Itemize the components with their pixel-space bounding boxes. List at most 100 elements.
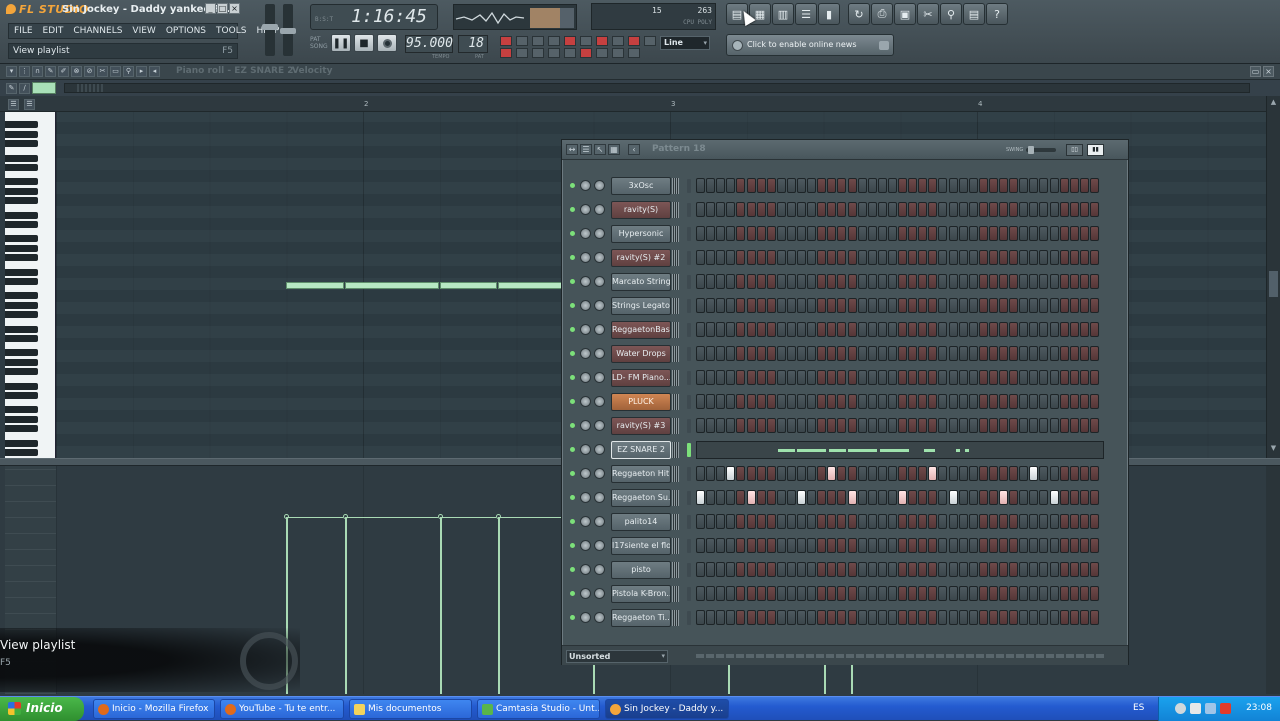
help-icon[interactable]: ?: [986, 3, 1008, 25]
song-position-display[interactable]: B:S:T 1:16:45: [310, 4, 438, 30]
step-button[interactable]: [736, 394, 746, 409]
channel-select-indicator[interactable]: [687, 443, 691, 457]
step-button[interactable]: [817, 250, 827, 265]
step-button[interactable]: [746, 322, 756, 337]
black-key[interactable]: [5, 292, 38, 300]
step-button[interactable]: [726, 610, 736, 625]
step-button[interactable]: [908, 538, 918, 553]
step-button[interactable]: [948, 466, 958, 481]
step-button[interactable]: [1079, 226, 1089, 241]
step-button[interactable]: [716, 610, 726, 625]
step-button[interactable]: [958, 586, 968, 601]
link-icon[interactable]: [580, 48, 592, 58]
step-button[interactable]: [1039, 202, 1049, 217]
step-button[interactable]: [1079, 322, 1089, 337]
online-news-button[interactable]: Click to enable online news: [726, 34, 894, 56]
step-button[interactable]: [918, 466, 928, 481]
channel-mute-led[interactable]: [570, 543, 575, 548]
step-button[interactable]: [918, 250, 928, 265]
save-icon[interactable]: ⎙: [871, 3, 893, 25]
step-button[interactable]: [786, 514, 796, 529]
step-button[interactable]: [817, 418, 827, 433]
channel-button[interactable]: ravity(S): [611, 201, 671, 219]
step-button[interactable]: [1009, 250, 1019, 265]
black-key[interactable]: [5, 449, 38, 456]
master-pitch-slider[interactable]: [280, 4, 296, 56]
step-button[interactable]: [968, 490, 978, 505]
step-button[interactable]: [706, 370, 716, 385]
step-button[interactable]: [696, 202, 705, 217]
step-button[interactable]: [1059, 514, 1069, 529]
step-button[interactable]: [797, 586, 806, 601]
step-button[interactable]: [696, 298, 705, 313]
step-button[interactable]: [887, 538, 897, 553]
step-button[interactable]: [877, 490, 887, 505]
black-key[interactable]: [5, 382, 38, 390]
step-button[interactable]: [928, 586, 938, 601]
step-button[interactable]: [1029, 346, 1039, 361]
step-button[interactable]: [1059, 610, 1069, 625]
step-button[interactable]: [797, 346, 806, 361]
step-button[interactable]: [766, 274, 776, 289]
pat-song-switch[interactable]: PAT SONG: [310, 36, 328, 50]
step-button[interactable]: [1019, 298, 1029, 313]
step-button[interactable]: [766, 346, 776, 361]
channel-select-indicator[interactable]: [687, 395, 691, 409]
step-button[interactable]: [716, 322, 726, 337]
step-button[interactable]: [938, 322, 948, 337]
step-button[interactable]: [978, 322, 988, 337]
step-button[interactable]: [1009, 298, 1019, 313]
step-button[interactable]: [1069, 202, 1079, 217]
black-key[interactable]: [5, 406, 38, 414]
step-button[interactable]: [797, 202, 806, 217]
step-button[interactable]: [837, 274, 847, 289]
step-button[interactable]: [786, 250, 796, 265]
channel-pan-knob[interactable]: [580, 612, 591, 623]
step-button[interactable]: [797, 322, 806, 337]
menu-view[interactable]: VIEW: [127, 24, 160, 38]
channel-volume-knob[interactable]: [594, 492, 605, 503]
channel-mute-led[interactable]: [570, 495, 575, 500]
black-key[interactable]: [5, 392, 38, 399]
channel-pan-knob[interactable]: [580, 180, 591, 191]
step-button[interactable]: [948, 586, 958, 601]
step-button[interactable]: [736, 346, 746, 361]
channel-button[interactable]: Reggaeton Su...: [611, 489, 671, 507]
step-button[interactable]: [908, 346, 918, 361]
step-button[interactable]: [1079, 274, 1089, 289]
step-button[interactable]: [978, 250, 988, 265]
step-button[interactable]: [978, 466, 988, 481]
step-button[interactable]: [786, 298, 796, 313]
step-button[interactable]: [746, 298, 756, 313]
magnet-icon[interactable]: ∩: [32, 66, 43, 77]
step-button[interactable]: [1029, 538, 1039, 553]
step-button[interactable]: [938, 586, 948, 601]
step-button[interactable]: [857, 562, 867, 577]
step-button[interactable]: [857, 346, 867, 361]
channel-pan-knob[interactable]: [580, 228, 591, 239]
step-button[interactable]: [898, 610, 907, 625]
close-button[interactable]: ×: [229, 3, 240, 14]
step-button[interactable]: [1059, 226, 1069, 241]
step-button[interactable]: [776, 490, 786, 505]
network-icon[interactable]: [1175, 703, 1186, 714]
black-key[interactable]: [5, 130, 38, 138]
step-button[interactable]: [898, 418, 907, 433]
step-button[interactable]: [756, 274, 766, 289]
step-button[interactable]: [968, 250, 978, 265]
step-button[interactable]: [908, 250, 918, 265]
step-button[interactable]: [847, 466, 857, 481]
stop-button[interactable]: ■: [354, 34, 374, 52]
step-button[interactable]: [696, 274, 705, 289]
step-button[interactable]: [857, 322, 867, 337]
step-button[interactable]: [706, 178, 716, 193]
black-key[interactable]: [5, 358, 38, 366]
step-button[interactable]: [1049, 346, 1059, 361]
step-button[interactable]: [877, 250, 887, 265]
channel-button[interactable]: 3xOsc: [611, 177, 671, 195]
step-button[interactable]: [827, 562, 837, 577]
step-button[interactable]: [1049, 418, 1059, 433]
ss-keyboard-editor-button[interactable]: ▮▮: [1087, 144, 1104, 156]
step-button[interactable]: [887, 394, 897, 409]
step-button[interactable]: [696, 226, 705, 241]
